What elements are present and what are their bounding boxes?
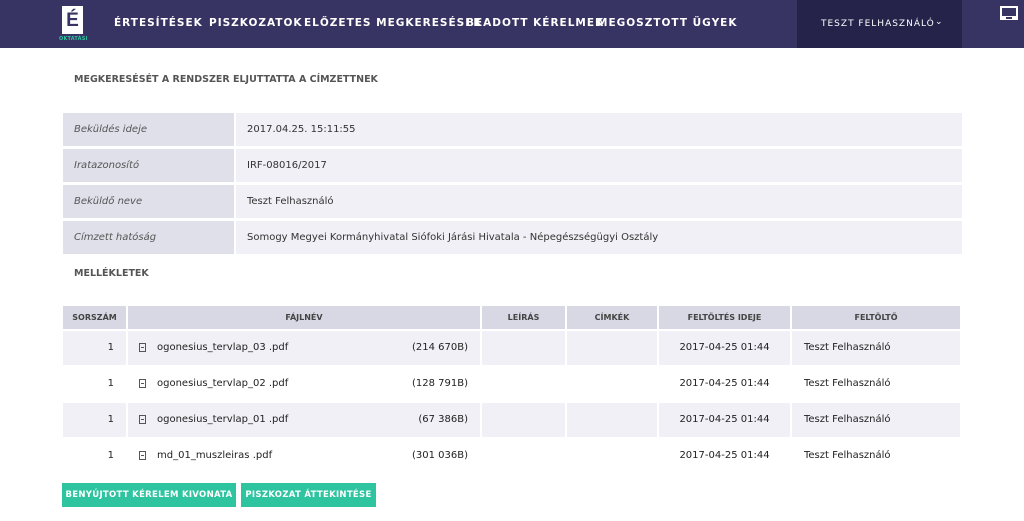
nav-item-shared-cases[interactable]: MEGOSZTOTT ÜGYEK <box>597 17 737 29</box>
col-header-tags[interactable]: CÍMKÉK <box>567 306 657 329</box>
upload-time: 2017-04-25 01:44 <box>659 331 790 365</box>
info-value: Somogy Megyei Kormányhivatal Siófoki Jár… <box>247 232 659 243</box>
file-description <box>482 439 565 473</box>
row-number: 1 <box>107 342 114 353</box>
info-label: Címzett hatóság <box>74 232 157 243</box>
info-label: Iratazonosító <box>74 160 140 171</box>
col-header-description[interactable]: LEÍRÁS <box>482 306 565 329</box>
file-link[interactable]: ogonesius_tervlap_02 .pdf <box>157 367 288 401</box>
info-label: Beküldés ideje <box>74 124 148 135</box>
file-size: (67 386B) <box>418 414 468 425</box>
file-tags <box>567 367 657 401</box>
info-value: Teszt Felhasználó <box>247 196 334 207</box>
pdf-file-icon <box>139 343 146 352</box>
upload-time: 2017-04-25 01:44 <box>679 450 770 461</box>
file-description <box>482 331 565 365</box>
file-tags <box>567 439 657 473</box>
upload-time: 2017-04-25 01:44 <box>659 403 790 437</box>
uploader: Teszt Felhasználó <box>804 414 891 425</box>
col-header-number[interactable]: SORSZÁM <box>63 306 126 329</box>
logo-subtitle: OKTATÁSI <box>59 36 88 42</box>
user-name: TESZT FELHASZNÁLÓ <box>821 19 935 29</box>
info-value: 2017.04.25. 15:11:55 <box>247 124 356 135</box>
top-navbar: É OKTATÁSI ÉRTESÍTÉSEK PISZKOZATOK ELŐZE… <box>0 0 1024 48</box>
monitor-icon[interactable] <box>1000 6 1018 20</box>
chevron-down-icon: ⌄ <box>935 17 943 27</box>
file-size: (128 791B) <box>411 378 468 389</box>
status-title: MEGKERESÉSÉT A RENDSZER ELJUTTATTA A CÍM… <box>74 74 378 85</box>
col-header-filename[interactable]: FÁJLNÉV <box>128 306 480 329</box>
nav-item-drafts[interactable]: PISZKOZATOK <box>209 17 303 29</box>
table-row: 1 ogonesius_tervlap_02 .pdf (128 791B) 2… <box>63 367 960 401</box>
table-row: 1 md_01_muszleiras .pdf (301 036B) 2017-… <box>63 439 960 473</box>
nav-item-preliminary-inquiries[interactable]: ELŐZETES MEGKERESÉSEK <box>304 17 483 29</box>
nav-item-notifications[interactable]: ÉRTESÍTÉSEK <box>114 17 203 29</box>
file-link[interactable]: ogonesius_tervlap_03 .pdf <box>157 331 288 365</box>
file-size: (301 036B) <box>411 450 468 461</box>
pdf-file-icon <box>139 451 146 460</box>
upload-time: 2017-04-25 01:44 <box>679 378 770 389</box>
file-description <box>482 403 565 437</box>
pdf-file-icon <box>139 415 146 424</box>
info-row-document-id: Iratazonosító IRF-08016/2017 <box>63 149 962 182</box>
table-row: 1 ogonesius_tervlap_01 .pdf (67 386B) 20… <box>63 403 960 437</box>
file-link[interactable]: md_01_muszleiras .pdf <box>157 439 272 473</box>
uploader: Teszt Felhasználó <box>804 450 891 461</box>
file-tags <box>567 331 657 365</box>
info-value: IRF-08016/2017 <box>247 160 327 171</box>
file-link[interactable]: ogonesius_tervlap_01 .pdf <box>157 403 288 437</box>
file-description <box>482 367 565 401</box>
attachments-title: MELLÉKLETEK <box>74 268 149 279</box>
col-header-upload-time[interactable]: FELTÖLTÉS IDEJE <box>659 306 790 329</box>
file-size: (214 670B) <box>411 342 468 353</box>
info-label: Beküldő neve <box>74 196 143 207</box>
nav-item-submitted-requests[interactable]: BEADOTT KÉRELMEK <box>466 17 604 29</box>
user-menu[interactable]: TESZT FELHASZNÁLÓ ⌄ <box>797 0 962 48</box>
draft-review-button[interactable]: PISZKOZAT ÁTTEKINTÉSE <box>241 483 376 507</box>
info-row-recipient-authority: Címzett hatóság Somogy Megyei Kormányhiv… <box>63 221 962 254</box>
submitted-request-extract-button[interactable]: BENYÚJTOTT KÉRELEM KIVONATA <box>62 483 236 507</box>
col-header-uploader[interactable]: FELTÖLTŐ <box>792 306 960 329</box>
table-row: 1 ogonesius_tervlap_03 .pdf (214 670B) 2… <box>63 331 960 365</box>
row-number: 1 <box>107 414 114 425</box>
info-row-sender-name: Beküldő neve Teszt Felhasználó <box>63 185 962 218</box>
row-number: 1 <box>107 378 114 389</box>
logo-mark: É <box>62 6 83 34</box>
uploader: Teszt Felhasználó <box>804 342 891 353</box>
pdf-file-icon <box>139 379 146 388</box>
info-row-sent-time: Beküldés ideje 2017.04.25. 15:11:55 <box>63 113 962 146</box>
file-tags <box>567 403 657 437</box>
app-logo[interactable]: É OKTATÁSI <box>59 6 88 44</box>
row-number: 1 <box>107 450 114 461</box>
uploader: Teszt Felhasználó <box>804 378 891 389</box>
